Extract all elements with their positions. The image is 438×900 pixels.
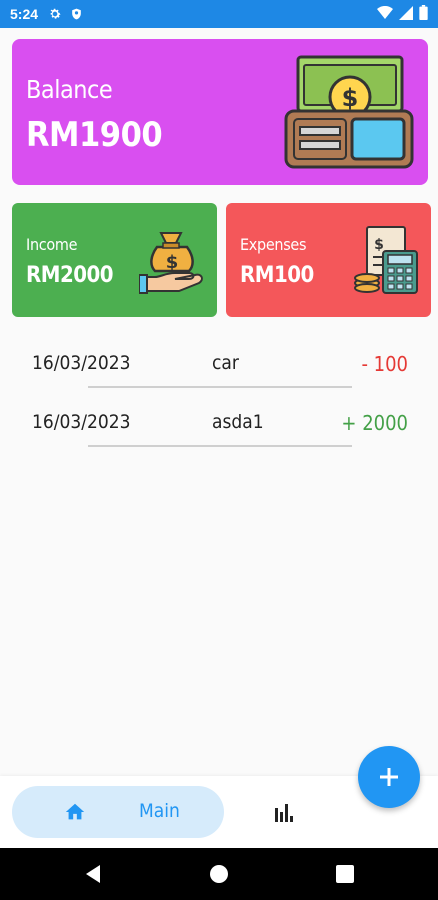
balance-label: Balance [26, 75, 113, 104]
money-bag-hand-icon: $ [139, 232, 203, 294]
system-navigation-bar [0, 848, 438, 900]
divider [88, 386, 352, 388]
bar-chart-icon[interactable] [268, 802, 298, 824]
shield-icon [70, 7, 83, 21]
transaction-date: 16/03/2023 [32, 411, 131, 433]
svg-text:$: $ [166, 252, 179, 273]
nav-item-main[interactable]: Main [12, 786, 224, 838]
transaction-list: 16/03/2023 car - 100 16/03/2023 asda1 + … [0, 340, 438, 458]
signal-icon [399, 5, 413, 23]
calculator-bill-icon: $ [354, 226, 418, 294]
transaction-name: asda1 [212, 411, 264, 433]
plus-icon [380, 768, 398, 786]
wallet-icon: $ [284, 55, 414, 169]
status-bar: 5:24 [0, 0, 438, 28]
transaction-date: 16/03/2023 [32, 352, 131, 374]
wifi-icon [377, 5, 393, 23]
transaction-amount: - 100 [361, 352, 408, 376]
gear-icon [48, 7, 62, 21]
svg-text:$: $ [342, 84, 359, 112]
status-time: 5:24 [10, 6, 39, 22]
home-icon [65, 803, 85, 820]
battery-icon [419, 5, 428, 23]
income-amount: RM2000 [26, 263, 114, 288]
transaction-amount: + 2000 [341, 411, 408, 435]
divider [88, 445, 352, 447]
balance-card: Balance RM1900 $ [12, 39, 428, 185]
income-label: Income [26, 235, 78, 254]
home-button[interactable] [210, 865, 228, 883]
recents-button[interactable] [336, 865, 354, 883]
transaction-row[interactable]: 16/03/2023 asda1 + 2000 [0, 399, 438, 458]
expenses-card: Expenses RM100 $ [226, 203, 431, 317]
transaction-name: car [212, 352, 239, 374]
income-card: Income RM2000 $ [12, 203, 217, 317]
add-transaction-button[interactable] [358, 746, 420, 808]
svg-text:$: $ [374, 237, 384, 253]
expenses-label: Expenses [240, 235, 307, 254]
back-icon[interactable] [84, 864, 102, 884]
expenses-amount: RM100 [240, 263, 314, 288]
balance-amount: RM1900 [26, 115, 163, 155]
transaction-row[interactable]: 16/03/2023 car - 100 [0, 340, 438, 399]
nav-main-label: Main [139, 800, 180, 822]
